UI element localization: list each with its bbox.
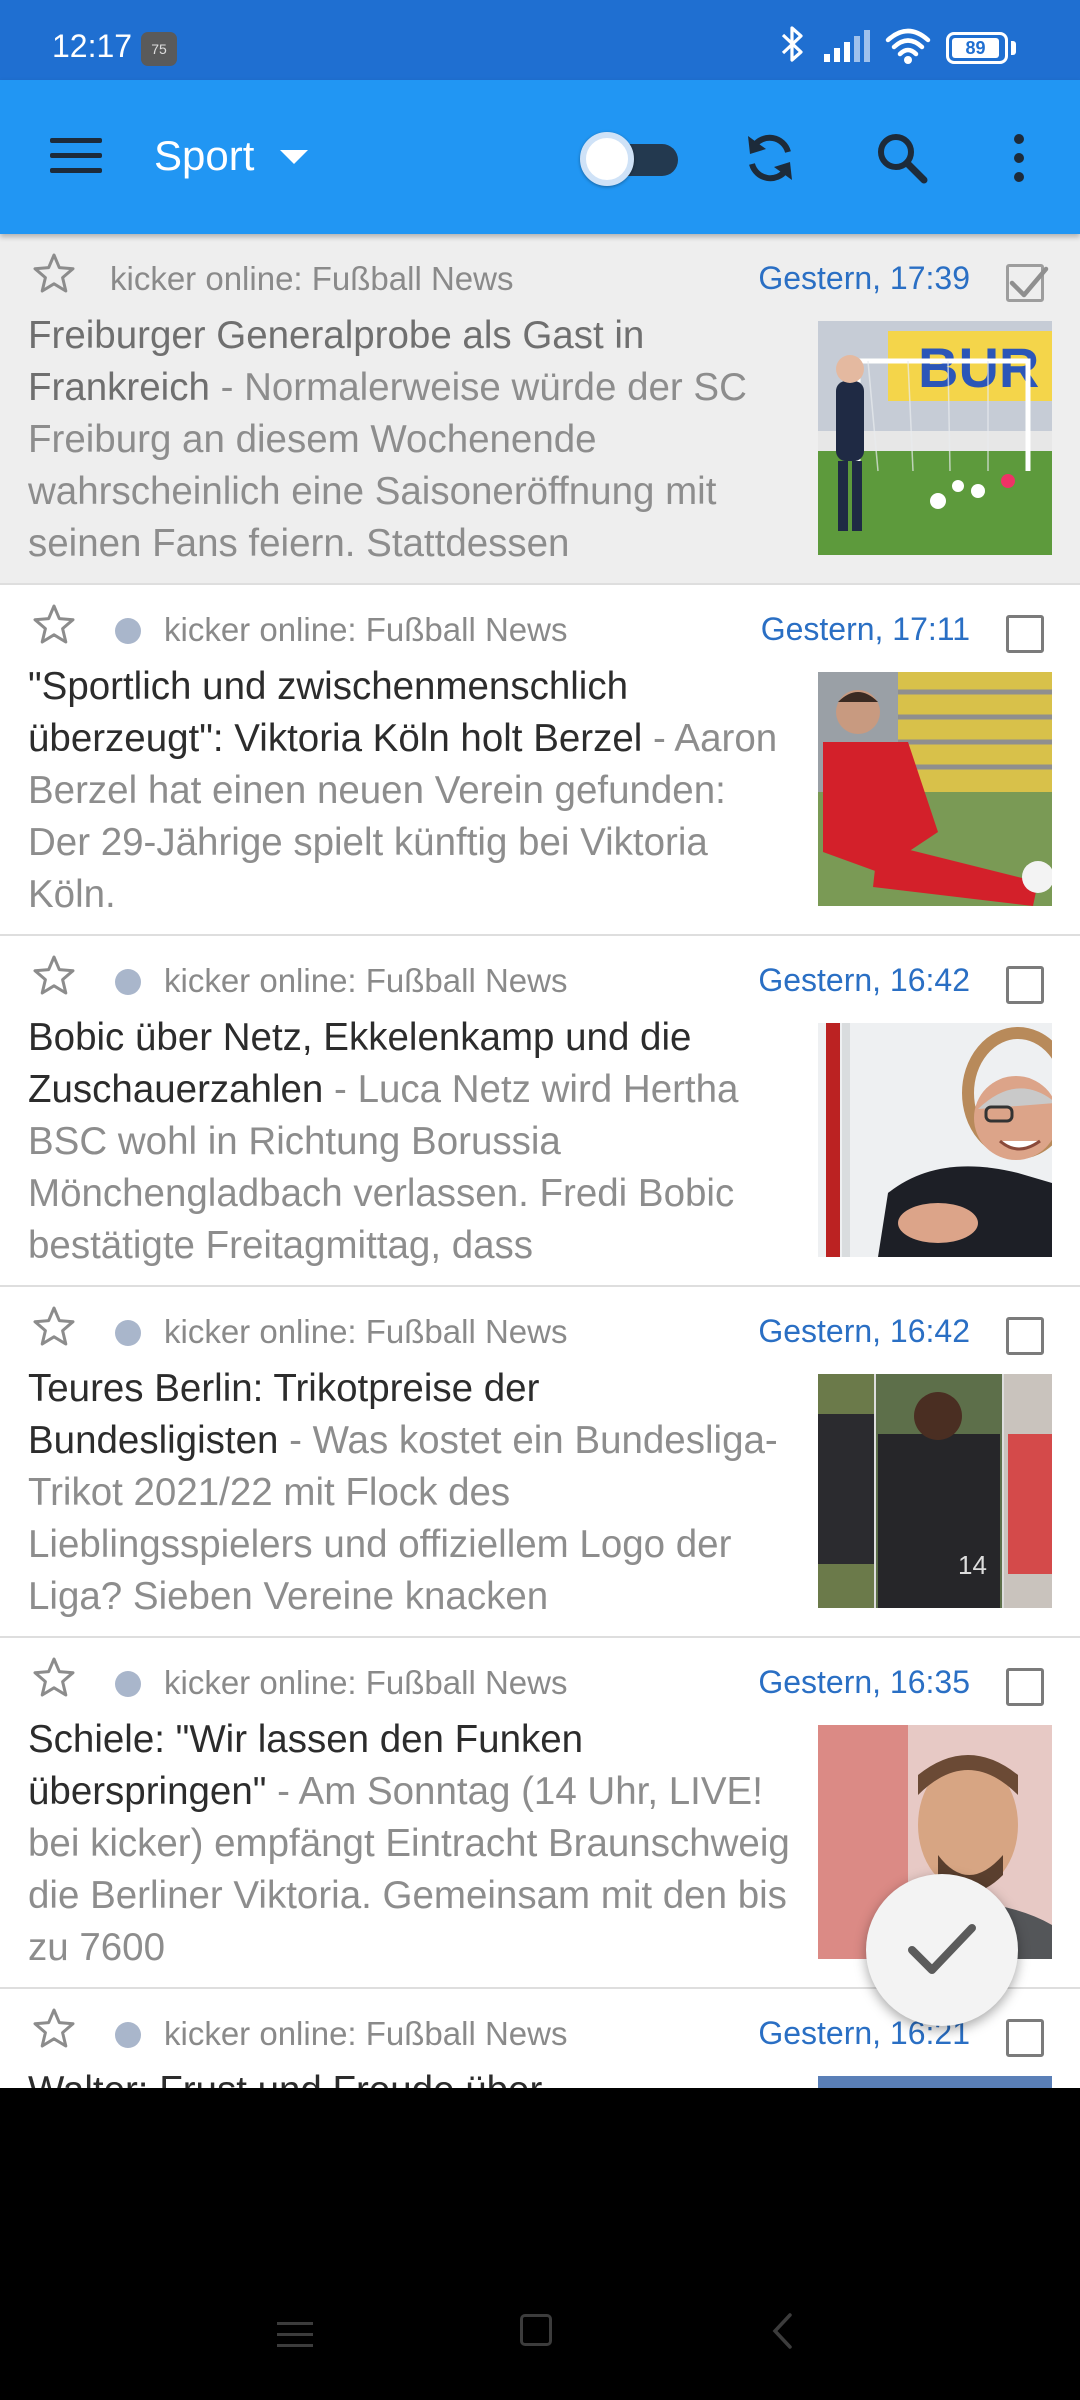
status-bar: 12:17 75 89 [0,0,1080,80]
article-text: Bobic über Netz, Ekkelenkamp und die Zus… [28,1012,796,1272]
article-text: Teures Berlin: Trikotpreise der Bundesli… [28,1363,796,1623]
article-text: Freiburger Generalprobe als Gast in Fran… [28,310,796,570]
category-title: Sport [154,132,255,179]
battery-icon: 89 [946,32,1008,64]
refresh-icon[interactable] [742,130,798,186]
article-text: Schiele: "Wir lassen den Funken überspri… [28,1714,796,1974]
battery-tip [1011,41,1016,55]
unread-dot-icon [115,969,141,995]
article-source: kicker online: Fußball News [164,962,568,999]
star-icon[interactable] [32,2007,76,2051]
article-text: "Sportlich und zwischenmenschlich überze… [28,661,796,921]
svg-text:14: 14 [958,1550,987,1580]
article-source: kicker online: Fußball News [164,2015,568,2052]
read-checkbox[interactable] [1006,1668,1044,1706]
article-item[interactable]: kicker online: Fußball News Gestern, 16:… [0,1287,1080,1638]
article-title: Walter: Frust und Freude über [28,2069,542,2088]
back-icon[interactable] [770,2312,794,2350]
article-date: Gestern, 16:35 [758,1664,970,1700]
app-toolbar: Sport [0,80,1080,234]
toggle-knob [580,132,634,186]
star-icon[interactable] [32,954,76,998]
star-icon[interactable] [32,603,76,647]
app-screen: 12:17 75 89 Sport kicker online: Fußball… [0,0,1080,2088]
article-text: Walter: Frust und Freude über [28,2065,796,2088]
unread-dot-icon [115,1671,141,1697]
read-checkbox[interactable] [1006,615,1044,653]
star-icon[interactable] [32,252,76,296]
unread-dot-icon [115,2022,141,2048]
article-date: Gestern, 17:11 [760,611,970,647]
status-time: 12:17 [52,28,133,64]
article-source: kicker online: Fußball News [164,1664,568,1701]
bluetooth-icon [781,26,803,62]
article-source: kicker online: Fußball News [164,1313,568,1350]
recents-icon[interactable] [277,2320,313,2350]
read-checkbox[interactable] [1006,966,1044,1004]
article-thumbnail[interactable] [818,672,1052,906]
article-date: Gestern, 16:42 [758,1313,970,1349]
unread-dot-icon [115,618,141,644]
mark-all-read-button[interactable] [866,1874,1018,2026]
toggle-switch[interactable] [580,132,680,186]
more-vert-icon[interactable] [1004,130,1034,186]
menu-icon[interactable] [50,134,104,178]
read-checkbox[interactable] [1006,2019,1044,2057]
unread-dot-icon [115,1320,141,1346]
article-source: kicker online: Fußball News [110,260,514,297]
notification-badge: 75 [141,32,177,66]
article-item[interactable]: kicker online: Fußball News Gestern, 17:… [0,234,1080,585]
article-date: Gestern, 17:39 [758,260,970,296]
svg-text:BUR: BUR [918,336,1039,399]
article-item[interactable]: kicker online: Fußball News Gestern, 17:… [0,585,1080,936]
star-icon[interactable] [32,1656,76,1700]
star-icon[interactable] [32,1305,76,1349]
article-thumbnail[interactable]: BUR [818,321,1052,555]
read-checkbox[interactable] [1006,264,1049,302]
check-icon [908,1924,976,1974]
article-thumbnail[interactable]: 14 [818,1374,1052,1608]
system-nav-bar [0,2088,1080,2400]
article-title: "Sportlich und zwischenmenschlich überze… [28,665,643,760]
signal-icon [824,30,870,62]
article-date: Gestern, 16:42 [758,962,970,998]
read-checkbox[interactable] [1006,1317,1044,1355]
battery-level: 89 [952,38,999,58]
article-source: kicker online: Fußball News [164,611,568,648]
article-thumbnail[interactable] [818,1023,1052,1257]
wifi-icon [885,28,931,64]
article-item[interactable]: kicker online: Fußball News Gestern, 16:… [0,936,1080,1287]
article-thumbnail[interactable] [818,2076,1052,2088]
dropdown-caret-icon [280,150,308,164]
home-icon[interactable] [520,2314,552,2346]
search-icon[interactable] [874,130,930,186]
